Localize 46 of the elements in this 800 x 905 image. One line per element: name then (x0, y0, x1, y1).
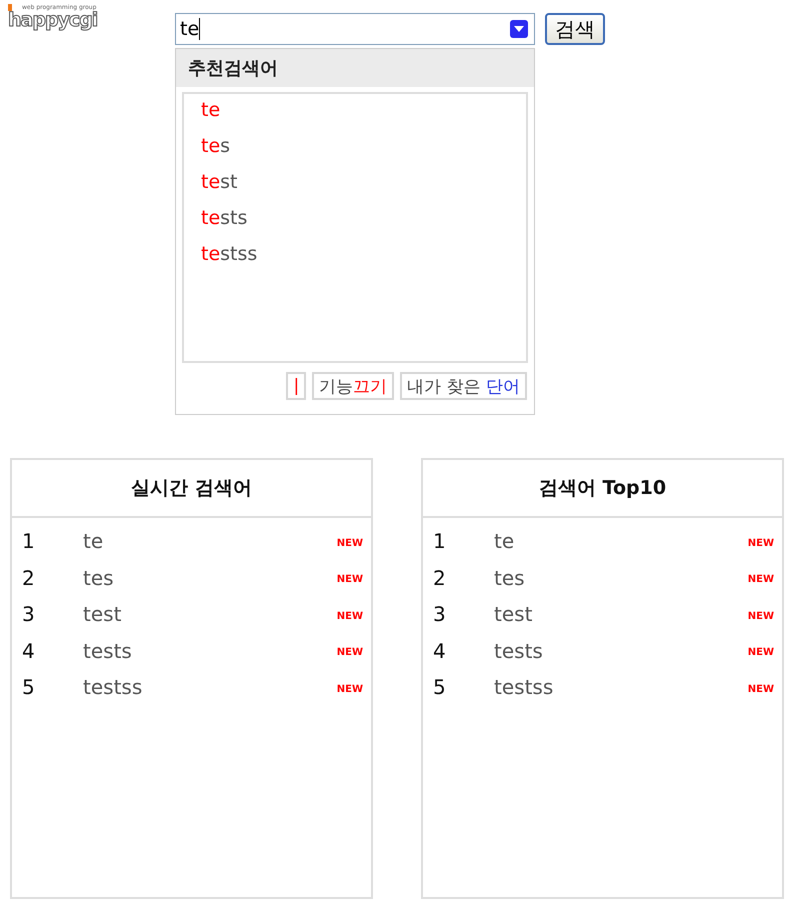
rank-number: 4 (433, 638, 447, 663)
option-button[interactable]: 내가 찾은 단어 (400, 372, 527, 400)
option-button[interactable]: | (286, 372, 306, 400)
new-label: NEW (748, 574, 774, 586)
keyword-link[interactable]: testss (494, 675, 748, 700)
keyword-link[interactable]: test (494, 602, 748, 626)
suggestion-item[interactable]: tests (201, 205, 526, 241)
new-label: NEW (336, 538, 363, 549)
new-label: NEW (748, 538, 774, 549)
logo[interactable]: happycgi (8, 11, 103, 29)
search-field[interactable]: te (175, 13, 535, 45)
logo-mark (8, 4, 12, 11)
search-button[interactable]: 검색 (545, 13, 605, 45)
keyword-link[interactable]: tests (494, 638, 748, 663)
rank-number: 5 (22, 675, 36, 700)
suggestion-item[interactable]: test (201, 169, 526, 205)
new-label: NEW (748, 684, 774, 695)
new-label: NEW (748, 610, 774, 622)
suggestion-item[interactable]: tes (201, 133, 526, 169)
keyword-link[interactable]: te (494, 529, 748, 554)
panel-title: 검색어 Top10 (538, 476, 666, 501)
rank-number: 5 (433, 675, 447, 700)
panel-title: 실시간 검색어 (131, 476, 252, 501)
rank-number: 2 (22, 566, 36, 590)
suggestion-item[interactable]: te (201, 97, 526, 133)
new-label: NEW (748, 647, 774, 658)
keyword-link[interactable]: tes (494, 566, 748, 590)
new-label: NEW (336, 647, 363, 658)
keyword-link[interactable]: te (83, 529, 337, 554)
rank-number: 1 (433, 529, 447, 554)
keyword-link[interactable]: test (83, 602, 337, 626)
rank-number: 3 (22, 602, 36, 626)
new-label: NEW (336, 610, 363, 622)
suggestion-item[interactable]: testss (201, 241, 526, 277)
new-label: NEW (336, 574, 363, 586)
dropdown-icon[interactable] (510, 20, 528, 38)
new-label: NEW (336, 684, 363, 695)
option-button[interactable]: 기능끄기 (312, 372, 394, 400)
suggestion-title: 추천검색어 (176, 49, 534, 87)
keyword-link[interactable]: testss (83, 675, 337, 700)
rank-number: 1 (22, 529, 36, 554)
rank-number: 2 (433, 566, 447, 590)
rank-number: 3 (433, 602, 447, 626)
keyword-link[interactable]: tests (83, 638, 337, 663)
keyword-link[interactable]: tes (83, 566, 337, 590)
rank-number: 4 (22, 638, 36, 663)
